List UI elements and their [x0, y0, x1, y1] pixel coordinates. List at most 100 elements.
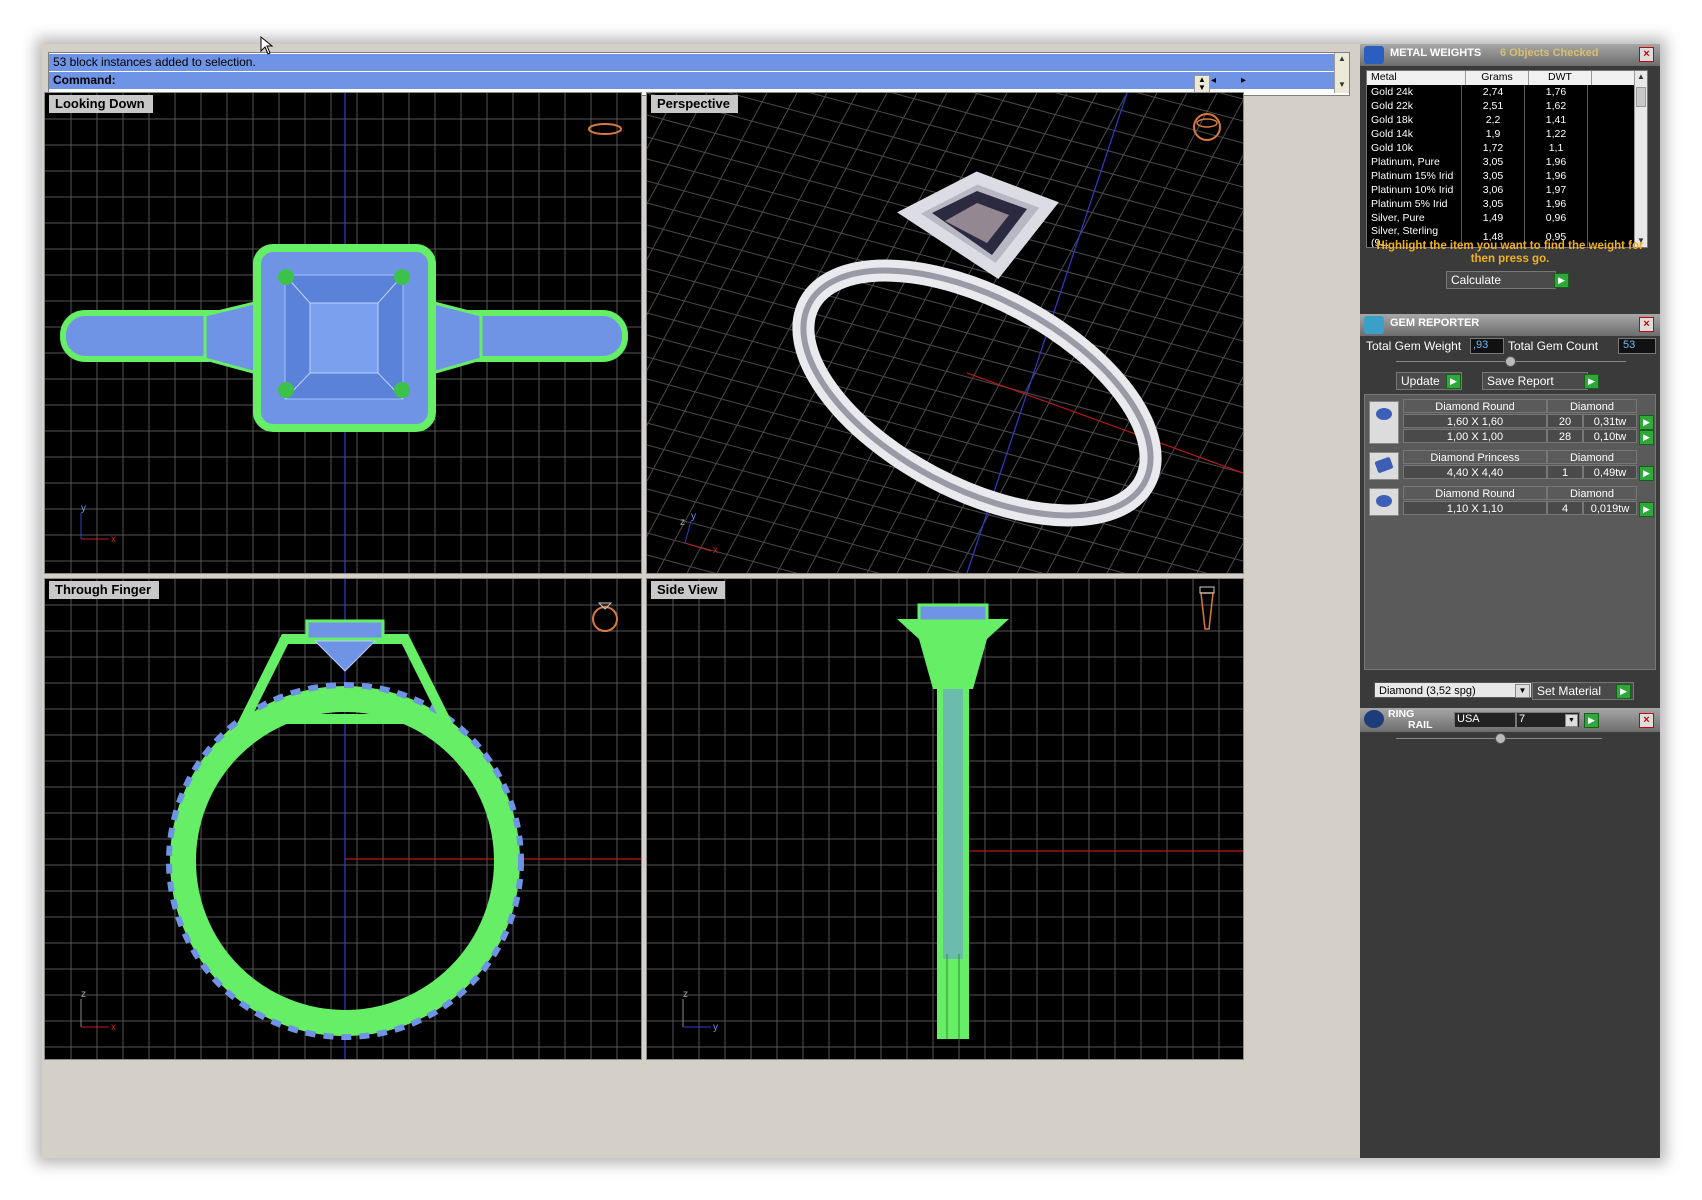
calculate-button[interactable]: Calculate	[1446, 271, 1556, 289]
calculate-go-icon[interactable]: ▶	[1554, 273, 1569, 288]
grams-cell[interactable]: 1,49	[1461, 211, 1525, 225]
dwt-cell[interactable]: 1,97	[1524, 183, 1588, 197]
metal-row[interactable]: Silver, Pure 1,49 0,96	[1367, 211, 1588, 225]
metal-row[interactable]: Platinum 15% Irid 3,05 1,96	[1367, 169, 1588, 183]
save-report-button[interactable]: Save Report	[1482, 372, 1588, 390]
gem-select-go-icon[interactable]: ▶	[1639, 430, 1654, 445]
metal-row[interactable]: Gold 22k 2,51 1,62	[1367, 99, 1588, 113]
grams-cell[interactable]: 1,9	[1461, 127, 1525, 141]
metal-row[interactable]: Gold 24k 2,74 1,76	[1367, 85, 1588, 99]
metal-row[interactable]: Platinum 5% Irid 3,05 1,96	[1367, 197, 1588, 211]
metal-weights-header: METAL WEIGHTS 6 Objects Checked ×	[1360, 44, 1660, 66]
metal-name-cell[interactable]: Gold 22k	[1367, 99, 1462, 113]
grams-cell[interactable]: 3,05	[1461, 197, 1525, 211]
command-area: 53 block instances added to selection. C…	[48, 52, 1350, 96]
grams-cell[interactable]: 3,06	[1461, 183, 1525, 197]
metal-name-cell[interactable]: Gold 14k	[1367, 127, 1462, 141]
orientation-gizmo-icon	[1193, 113, 1221, 141]
metal-row[interactable]: Gold 18k 2,2 1,41	[1367, 113, 1588, 127]
close-icon[interactable]: ×	[1639, 713, 1654, 728]
total-gem-count-value: 53	[1618, 338, 1656, 354]
grams-cell[interactable]: 1,72	[1461, 141, 1525, 155]
ring-rail-slider-thumb[interactable]	[1495, 733, 1506, 744]
dwt-cell[interactable]: 1,76	[1524, 85, 1588, 99]
metal-row[interactable]: Gold 10k 1,72 1,1	[1367, 141, 1588, 155]
close-icon[interactable]: ×	[1639, 47, 1654, 62]
gem-size-row[interactable]: 4,40 X 4,40 1 0,49tw ▶	[1403, 465, 1654, 481]
command-spinner[interactable]: ▲ ▼	[1194, 75, 1210, 93]
scroll-thumb[interactable]	[1636, 87, 1646, 107]
ring-rail-title: RING RAIL	[1388, 709, 1433, 731]
viewport-label[interactable]: Perspective	[651, 95, 738, 113]
save-report-go-icon[interactable]: ▶	[1584, 374, 1599, 389]
scroll-up-icon[interactable]: ▲	[1635, 71, 1647, 83]
ring-size-select[interactable]: 7 ▼	[1516, 712, 1580, 728]
material-select[interactable]: Diamond (3,52 spg) ▼	[1374, 682, 1532, 698]
grams-cell[interactable]: 3,05	[1461, 169, 1525, 183]
metal-name-cell[interactable]: Platinum 15% Irid	[1367, 169, 1462, 183]
history-prev-icon[interactable]: ◂	[1211, 75, 1216, 86]
gem-group[interactable]: Diamond Round Diamond 1,10 X 1,10 4 0,019tw ▶	[1367, 486, 1654, 518]
gem-group[interactable]: Diamond Princess Diamond 4,40 X 4,40 1 0,49t…	[1367, 450, 1654, 482]
viewport-label[interactable]: Side View	[651, 581, 726, 599]
gem-select-go-icon[interactable]: ▶	[1639, 415, 1654, 430]
gem-size-row[interactable]: 1,10 X 1,10 4 0,019tw ▶	[1403, 501, 1654, 517]
metal-row[interactable]: Platinum, Pure 3,05 1,96	[1367, 155, 1588, 169]
metal-name-cell[interactable]: Gold 10k	[1367, 141, 1462, 155]
dwt-cell[interactable]: 1,62	[1524, 99, 1588, 113]
chevron-down-icon[interactable]: ▼	[1565, 714, 1578, 727]
metal-name-cell[interactable]: Gold 24k	[1367, 85, 1462, 99]
update-go-icon[interactable]: ▶	[1446, 374, 1461, 389]
dwt-cell[interactable]: 1,41	[1524, 113, 1588, 127]
metal-weights-table[interactable]: Metal Grams DWT Gold 24k 2,74 1,76 Gold 22k…	[1366, 70, 1648, 248]
viewport-looking-down[interactable]: Looking Down y x	[44, 92, 642, 574]
gem-size-row[interactable]: 1,00 X 1,00 28 0,10tw ▶	[1403, 429, 1654, 445]
gem-group[interactable]: Diamond Round Diamond 1,60 X 1,60 20 0,31tw ▶…	[1367, 399, 1654, 446]
col-header-metal[interactable]: Metal	[1367, 71, 1466, 85]
ring-standard-field[interactable]: USA	[1454, 712, 1516, 728]
close-icon[interactable]: ×	[1639, 317, 1654, 332]
gem-count-cell: 1	[1547, 465, 1583, 479]
metal-name-cell[interactable]: Platinum 10% Irid	[1367, 183, 1462, 197]
command-scrollbar[interactable]: ▲ ▼	[1334, 53, 1349, 93]
gem-select-go-icon[interactable]: ▶	[1639, 502, 1654, 517]
gem-type-cell: Diamond Round	[1403, 399, 1547, 413]
metal-weights-scrollbar[interactable]: ▲ ▼	[1634, 71, 1647, 247]
grams-cell[interactable]: 2,74	[1461, 85, 1525, 99]
metal-name-cell[interactable]: Platinum, Pure	[1367, 155, 1462, 169]
chevron-down-icon[interactable]: ▼	[1515, 684, 1530, 698]
total-gem-weight-label: Total Gem Weight	[1366, 339, 1462, 353]
dwt-cell[interactable]: 1,96	[1524, 155, 1588, 169]
ring-side-model[interactable]	[897, 603, 1009, 1039]
scroll-down-icon[interactable]: ▼	[1335, 79, 1349, 91]
metal-row[interactable]: Gold 14k 1,9 1,22	[1367, 127, 1588, 141]
col-header-dwt[interactable]: DWT	[1529, 71, 1592, 85]
set-material-go-icon[interactable]: ▶	[1616, 684, 1631, 699]
gem-size-row[interactable]: 1,60 X 1,60 20 0,31tw ▶	[1403, 414, 1654, 430]
viewport-perspective[interactable]: Perspective y x z	[646, 92, 1244, 574]
dwt-cell[interactable]: 1,96	[1524, 197, 1588, 211]
grams-cell[interactable]: 2,51	[1461, 99, 1525, 113]
metal-weights-rows[interactable]: Gold 24k 2,74 1,76 Gold 22k 2,51 1,62 Gold 18k…	[1367, 85, 1588, 247]
command-line[interactable]: Command:	[49, 72, 1337, 89]
grams-cell[interactable]: 2,2	[1461, 113, 1525, 127]
grams-cell[interactable]: 3,05	[1461, 155, 1525, 169]
viewport-label[interactable]: Looking Down	[49, 95, 153, 113]
dwt-cell[interactable]: 0,96	[1524, 211, 1588, 225]
dwt-cell[interactable]: 1,1	[1524, 141, 1588, 155]
dwt-cell[interactable]: 1,22	[1524, 127, 1588, 141]
ring-rail-go-icon[interactable]: ▶	[1584, 713, 1599, 728]
metal-name-cell[interactable]: Silver, Pure	[1367, 211, 1462, 225]
col-header-grams[interactable]: Grams	[1466, 71, 1529, 85]
metal-row[interactable]: Platinum 10% Irid 3,06 1,97	[1367, 183, 1588, 197]
history-next-icon[interactable]: ▸	[1241, 75, 1246, 86]
metal-name-cell[interactable]: Platinum 5% Irid	[1367, 197, 1462, 211]
gem-slider-thumb[interactable]	[1505, 356, 1516, 367]
dwt-cell[interactable]: 1,96	[1524, 169, 1588, 183]
viewport-label[interactable]: Through Finger	[49, 581, 160, 599]
gem-select-go-icon[interactable]: ▶	[1639, 466, 1654, 481]
viewport-side-view[interactable]: Side View z y	[646, 578, 1244, 1060]
scroll-up-icon[interactable]: ▲	[1335, 53, 1349, 65]
metal-name-cell[interactable]: Gold 18k	[1367, 113, 1462, 127]
viewport-through-finger[interactable]: Through Finger z x	[44, 578, 642, 1060]
